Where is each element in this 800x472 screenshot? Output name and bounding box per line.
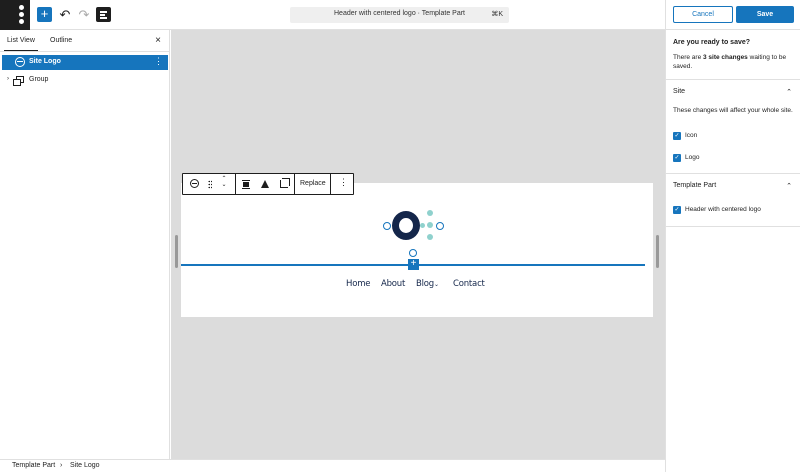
command-shortcut: ⌘K bbox=[491, 11, 503, 18]
group-icon bbox=[13, 76, 24, 86]
document-title: Header with centered logo · Template Par… bbox=[334, 10, 465, 17]
logo-dot bbox=[427, 222, 433, 228]
list-item-site-logo[interactable]: Site Logo ⋮ bbox=[2, 55, 168, 70]
checkbox-label: Header with centered logo bbox=[685, 206, 761, 213]
section-description: These changes will affect your whole sit… bbox=[673, 107, 793, 114]
duotone-icon[interactable] bbox=[261, 180, 269, 188]
icon-checkbox[interactable]: ✓ bbox=[673, 132, 681, 140]
divider bbox=[666, 226, 800, 227]
drag-handle-icon[interactable] bbox=[208, 180, 212, 189]
breadcrumb: Template Part › Site Logo bbox=[0, 459, 665, 472]
nav-item-about[interactable]: About bbox=[381, 279, 405, 289]
block-type-button[interactable] bbox=[183, 174, 206, 194]
divider bbox=[666, 173, 800, 174]
document-title-bar[interactable]: Header with centered logo · Template Par… bbox=[290, 7, 509, 23]
site-icon bbox=[19, 5, 25, 25]
resize-handle-left[interactable] bbox=[383, 222, 391, 230]
tab-list-view[interactable]: List View bbox=[4, 37, 38, 51]
breadcrumb-item-site-logo[interactable]: Site Logo bbox=[70, 462, 100, 469]
undo-button[interactable]: ↶ bbox=[58, 8, 72, 22]
list-view-button[interactable] bbox=[96, 7, 111, 22]
editor-canvas[interactable]: ⌃ ⌄ Replace ⋮ + Home About Blog⌄ Contact bbox=[171, 30, 665, 459]
move-buttons[interactable]: ⌃ ⌄ bbox=[220, 176, 228, 188]
close-icon[interactable]: × bbox=[155, 35, 161, 46]
replace-button[interactable]: Replace bbox=[300, 180, 326, 187]
nav-item-contact[interactable]: Contact bbox=[453, 279, 485, 289]
chevron-up-icon[interactable]: ⌃ bbox=[786, 88, 792, 96]
nav-item-blog[interactable]: Blog⌄ bbox=[416, 279, 439, 289]
toolbar-divider bbox=[235, 174, 236, 194]
nav-item-home[interactable]: Home bbox=[346, 279, 371, 289]
save-question: Are you ready to save? bbox=[673, 39, 751, 46]
add-block-button[interactable]: + bbox=[37, 7, 52, 22]
list-view-panel: List View Outline × Site Logo ⋮ › Group bbox=[0, 30, 170, 459]
list-item-group[interactable]: › Group bbox=[2, 73, 168, 88]
resize-handle-left[interactable] bbox=[175, 235, 178, 268]
toolbar-divider bbox=[330, 174, 331, 194]
section-title-template-part[interactable]: Template Part bbox=[673, 182, 716, 189]
nav-item-label: Blog bbox=[416, 279, 434, 289]
panel-tabs: List View Outline × bbox=[0, 30, 169, 52]
breadcrumb-item-template-part[interactable]: Template Part bbox=[12, 462, 55, 469]
more-options-icon[interactable]: ⋮ bbox=[154, 56, 163, 67]
logo-checkbox[interactable]: ✓ bbox=[673, 154, 681, 162]
save-panel: Cancel Save Are you ready to save? There… bbox=[665, 0, 800, 472]
resize-handle-right[interactable] bbox=[436, 222, 444, 230]
chevron-down-icon[interactable]: ⌄ bbox=[221, 182, 226, 188]
checkbox-label: Icon bbox=[685, 132, 698, 139]
align-icon[interactable] bbox=[242, 180, 250, 189]
divider bbox=[666, 79, 800, 80]
divider bbox=[666, 29, 800, 30]
header-template-checkbox[interactable]: ✓ bbox=[673, 206, 681, 214]
redo-button[interactable]: ↷ bbox=[77, 8, 91, 22]
site-icon-button[interactable] bbox=[0, 0, 30, 30]
block-inserter-button[interactable]: + bbox=[408, 259, 419, 270]
more-options-icon[interactable]: ⋮ bbox=[339, 177, 348, 188]
logo-dot bbox=[427, 234, 433, 240]
resize-handle-bottom[interactable] bbox=[409, 249, 417, 257]
chevron-down-icon: ⌄ bbox=[434, 281, 439, 288]
site-logo-icon bbox=[190, 179, 199, 188]
crop-icon[interactable] bbox=[280, 178, 290, 188]
checkbox-label: Logo bbox=[685, 154, 700, 161]
logo-dot bbox=[420, 223, 425, 228]
tab-outline[interactable]: Outline bbox=[50, 37, 72, 44]
chevron-up-icon[interactable]: ⌃ bbox=[786, 182, 792, 190]
resize-handle-right[interactable] bbox=[656, 235, 659, 268]
list-item-label: Site Logo bbox=[29, 58, 61, 65]
cancel-button[interactable]: Cancel bbox=[673, 6, 733, 23]
save-button[interactable]: Save bbox=[736, 6, 794, 23]
block-toolbar: ⌃ ⌄ Replace ⋮ bbox=[182, 173, 354, 195]
template-part-frame bbox=[181, 183, 653, 317]
save-message: There are 3 site changes waiting to be s… bbox=[673, 54, 787, 70]
list-item-label: Group bbox=[29, 76, 49, 83]
section-title-site[interactable]: Site bbox=[673, 88, 685, 95]
site-logo-image[interactable] bbox=[392, 211, 420, 240]
toolbar-divider bbox=[294, 174, 295, 194]
site-logo-icon bbox=[15, 57, 25, 67]
breadcrumb-separator: › bbox=[60, 462, 63, 469]
chevron-right-icon[interactable]: › bbox=[7, 76, 9, 82]
logo-dot bbox=[427, 210, 433, 216]
